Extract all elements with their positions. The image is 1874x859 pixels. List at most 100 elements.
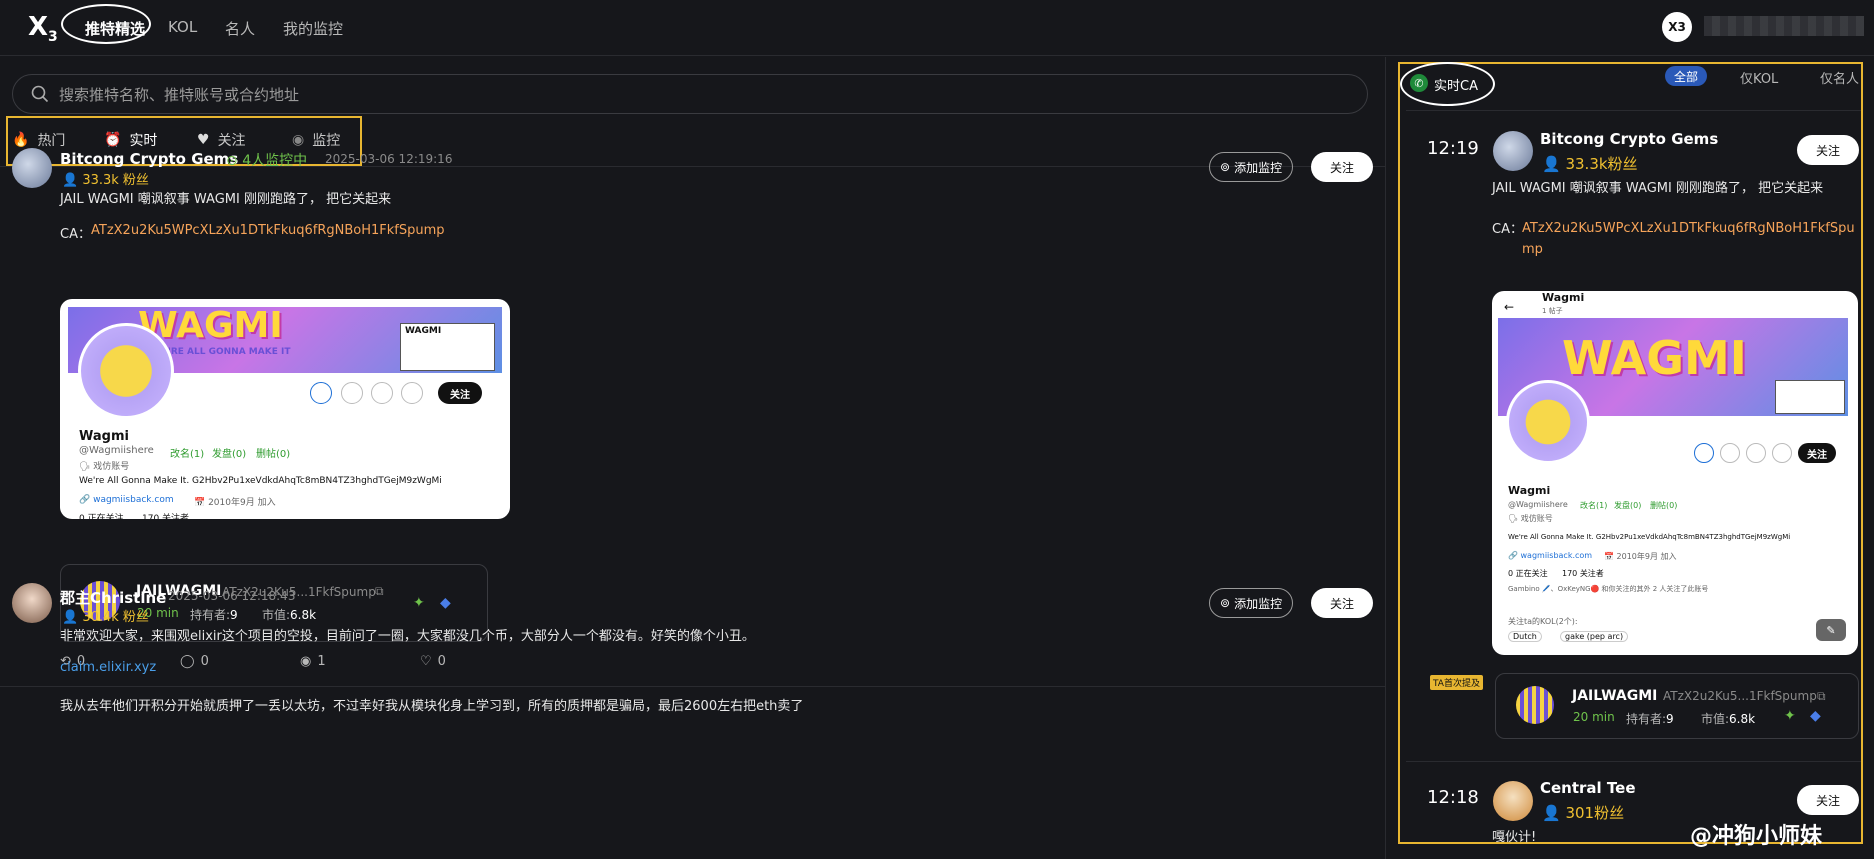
search-placeholder: 搜索推特名称、推特账号或合约地址 <box>59 85 300 104</box>
views-stat[interactable]: ◉ 1 <box>300 654 326 669</box>
user-avatar[interactable]: X3 <box>1662 12 1692 42</box>
ca-label: CA： <box>1492 222 1523 237</box>
card-followers: 170 关注者 <box>1562 569 1604 578</box>
card-site: 🔗 wagmiisback.com <box>79 495 174 505</box>
chart-icon[interactable]: ✦ <box>413 595 425 611</box>
alarm-clock-icon: ⏰ <box>104 132 122 148</box>
card-posts: 发盘(0) <box>212 449 247 460</box>
eye-icon: ◉ <box>300 654 312 669</box>
post-time: 2025-03-06 12:19:16 <box>325 152 453 166</box>
phone-icon: ✆ <box>1410 74 1428 92</box>
contract-address[interactable]: ATzX2u2Ku5WPcXLzXu1DTkFkuq6fRgNBoH1FkfSp… <box>1522 218 1857 260</box>
user-name-blurred[interactable] <box>1704 16 1864 36</box>
card-deleted: 删帖(0) <box>1650 501 1678 510</box>
filter-monitor[interactable]: ◉ 监控 <box>292 130 340 150</box>
chain-icon[interactable]: ◆ <box>440 595 451 611</box>
feed-panel: 搜索推特名称、推特账号或合约地址 🔥 热门 ⏰ 实时 ♥ 关注 ◉ 监控 Bitcong… <box>0 57 1385 859</box>
search-input[interactable]: 搜索推特名称、推特账号或合约地址 <box>12 74 1368 114</box>
panel-title: 实时CA <box>1434 79 1478 94</box>
panel-divider <box>1385 57 1386 859</box>
copy-icon[interactable]: ⧉ <box>375 584 384 599</box>
card-tag: 🗣 戏仿账号 <box>79 462 130 472</box>
heart-icon: ♡ <box>420 654 432 669</box>
token-mcap: 市值:6.8k <box>1701 712 1756 726</box>
back-icon: ← <box>1504 300 1515 314</box>
card-mutuals: Gambino 🖊️、OxKeyNG🔴 和你关注的其外 2 人关注了此账号 <box>1508 585 1709 593</box>
chain-icon[interactable]: ◆ <box>1810 708 1821 724</box>
card-following: 0 正在关注 <box>79 514 124 519</box>
tab-celebrity-only[interactable]: 仅名人 <box>1820 68 1859 87</box>
token-holders: 持有者:9 <box>1626 712 1674 726</box>
search-icon <box>1746 443 1766 463</box>
contract-address[interactable]: ATzX2u2Ku5WPcXLzXu1DTkFkuq6fRgNBoH1FkfSp… <box>91 223 445 238</box>
search-icon <box>31 85 49 103</box>
follow-button[interactable]: 关注 <box>1797 135 1859 165</box>
card-handle: @Wagmiishere <box>1508 500 1568 509</box>
follow-button[interactable]: 关注 <box>1311 588 1373 618</box>
user-icon: 👤 <box>1542 155 1561 173</box>
watermark: @冲狗小师妹 <box>1690 824 1823 849</box>
copy-icon[interactable]: ⧉ <box>1817 689 1826 704</box>
tab-celebrities[interactable]: 名人 <box>225 18 255 39</box>
edit-icon <box>1694 443 1714 463</box>
post-author[interactable]: Bitcong Crypto Gems <box>60 150 238 168</box>
tab-kol[interactable]: KOL <box>168 18 197 36</box>
post-text: JAIL WAGMI 嘲讽叙事 WAGMI 刚刚跑路了， 把它关起来 <box>60 192 392 207</box>
reply-stat[interactable]: ◯ 0 <box>180 654 209 669</box>
card-header-name: Wagmi <box>1542 291 1585 304</box>
tab-my-monitor[interactable]: 我的监控 <box>283 18 343 39</box>
fans-count: 👤 33.3k 粉丝 <box>62 173 149 188</box>
card-tag: 🗣 戏仿账号 <box>1508 514 1553 523</box>
post-link[interactable]: claim.elixir.xyz <box>60 660 156 675</box>
more-icon <box>1720 443 1740 463</box>
item-author[interactable]: Central Tee <box>1540 779 1636 797</box>
kol-chip: gake (pep arc) <box>1560 631 1629 642</box>
card-name: Wagmi <box>79 429 129 444</box>
token-age: 20 min <box>1573 710 1615 724</box>
avatar[interactable] <box>1493 781 1533 821</box>
like-stat[interactable]: ♡ 0 <box>420 654 446 669</box>
filter-hot[interactable]: 🔥 热门 <box>12 130 65 150</box>
magic-icon: ✎ <box>1816 619 1846 641</box>
banner-subtitle: WE'RE ALL GONNA MAKE IT <box>152 347 291 357</box>
profile-card-image[interactable]: ← Wagmi 1 帖子 WAGMI 关注 Wagmi @Wagmiishere… <box>1492 291 1858 655</box>
ca-label: CA： <box>60 227 91 242</box>
add-monitor-button[interactable]: ⊚ 添加监控 <box>1209 588 1294 618</box>
banner-mini-card: WAGMI <box>400 323 495 371</box>
profile-avatar <box>1506 380 1590 464</box>
card-site: 🔗 wagmiisback.com <box>1508 551 1593 560</box>
top-nav: X3 推特精选 KOL 名人 我的监控 X3 <box>0 0 1874 56</box>
app-logo[interactable]: X3 <box>28 12 64 45</box>
divider <box>1406 110 1861 111</box>
token-mcap: 市值:6.8k <box>262 608 317 622</box>
more-icon <box>341 382 363 404</box>
tab-all[interactable]: 全部 <box>1665 66 1707 86</box>
card-handle: @Wagmiishere <box>79 445 154 456</box>
token-name: JAILWAGMI <box>1572 688 1658 704</box>
post-author[interactable]: 郡主Christine <box>60 587 166 608</box>
monitor-icon: ⊚ <box>1220 160 1231 174</box>
follow-button[interactable]: 关注 <box>1797 785 1859 815</box>
filter-realtime[interactable]: ⏰ 实时 <box>104 130 157 150</box>
tab-kol-only[interactable]: 仅KOL <box>1740 68 1778 87</box>
avatar[interactable] <box>1493 131 1533 171</box>
monitor-icon: ⊙ <box>226 153 238 169</box>
banner-title: WAGMI <box>1562 331 1747 385</box>
follow-button[interactable]: 关注 <box>1311 152 1373 182</box>
add-monitor-button[interactable]: ⊚ 添加监控 <box>1209 152 1294 182</box>
chart-icon[interactable]: ✦ <box>1784 708 1796 724</box>
card-follow-button: 关注 <box>438 382 482 404</box>
token-avatar <box>1516 686 1554 724</box>
card-bio: We're All Gonna Make It. G2Hbv2Pu1xeVdkd… <box>79 476 442 486</box>
profile-card-image[interactable]: WAGMI WE'RE ALL GONNA MAKE IT WAGMI 关注 W… <box>60 299 510 519</box>
avatar[interactable] <box>12 148 52 188</box>
filter-follow[interactable]: ♥ 关注 <box>197 130 246 150</box>
banner-mini-card <box>1775 380 1845 414</box>
heart-icon: ♥ <box>197 132 210 148</box>
card-deleted: 删帖(0) <box>256 449 291 460</box>
item-time: 12:18 <box>1427 787 1479 808</box>
item-author[interactable]: Bitcong Crypto Gems <box>1540 130 1718 148</box>
avatar[interactable] <box>12 583 52 623</box>
card-joined: 📅 2010年9月 加入 <box>1604 552 1677 561</box>
radar-icon: ◉ <box>292 132 305 148</box>
